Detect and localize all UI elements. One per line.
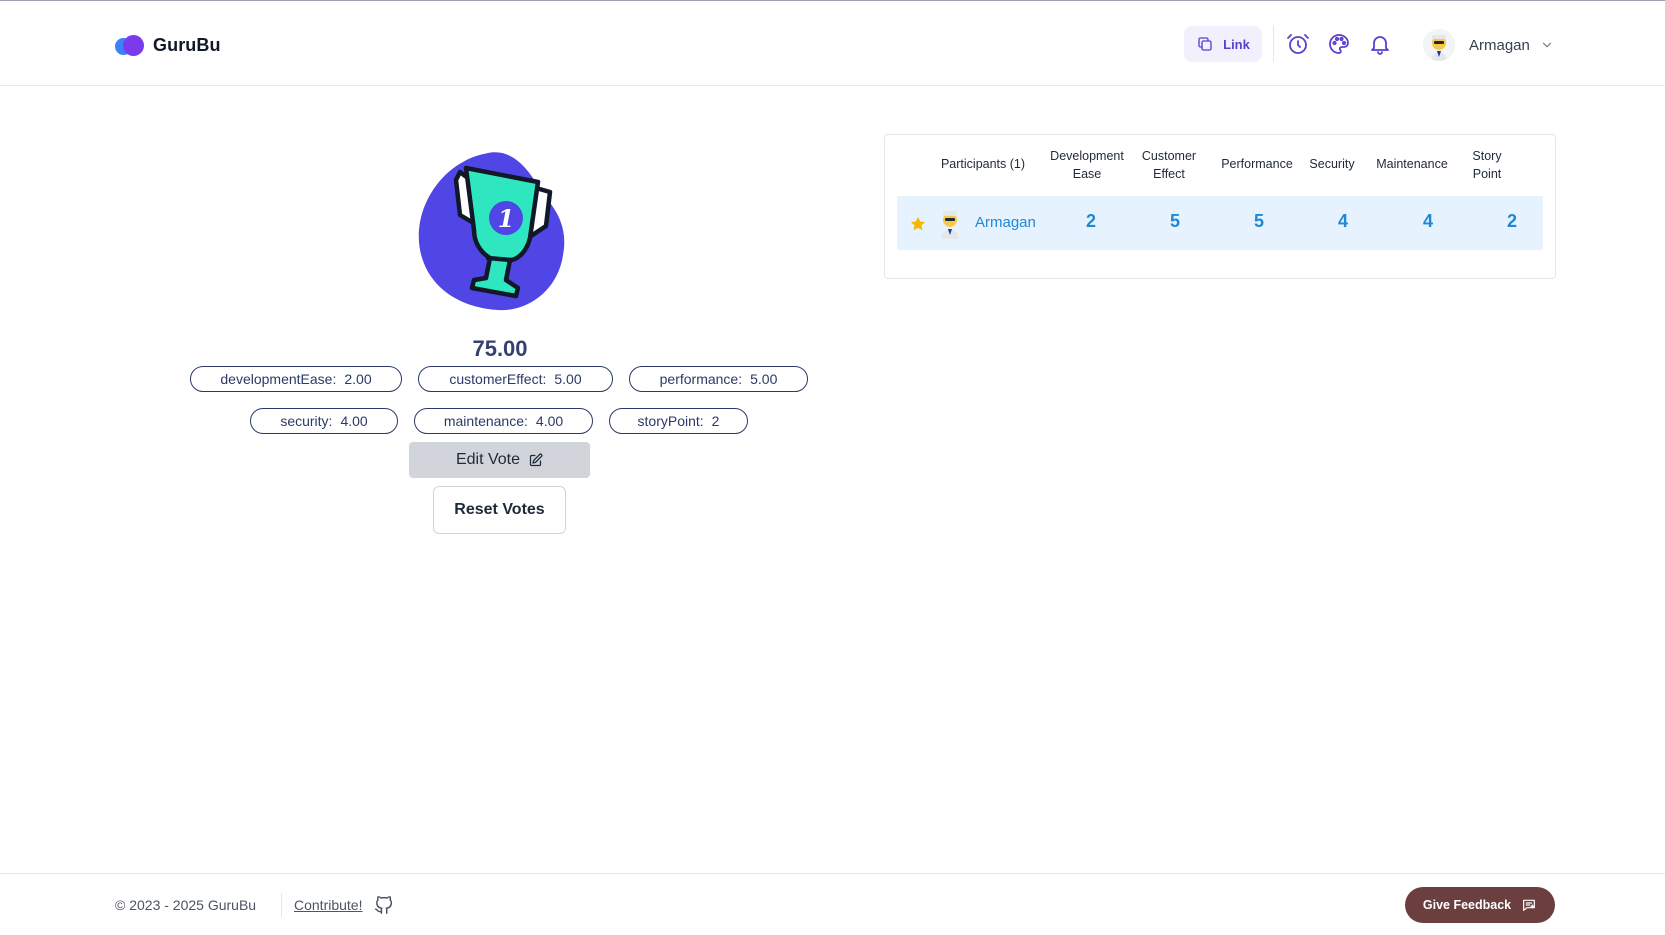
participant-name[interactable]: Armagan — [975, 214, 1036, 231]
cell-performance: 5 — [1253, 211, 1264, 231]
palette-icon[interactable] — [1327, 32, 1351, 56]
header-customer-effect: Customer Effect — [1141, 149, 1197, 181]
table-row: Armagan 2 5 5 4 4 2 — [897, 196, 1543, 250]
metric-badge-story-point: storyPoint: 2 — [609, 408, 748, 434]
header: GuruBu Link Armagan — [0, 1, 1665, 86]
metric-badge-security: security: 4.00 — [250, 408, 398, 434]
header-development-ease: Development Ease — [1050, 149, 1124, 181]
feedback-icon — [1523, 899, 1536, 911]
give-feedback-label: Give Feedback — [1422, 898, 1512, 912]
header-story-point: Story Point — [1472, 149, 1502, 181]
header-security: Security — [1309, 157, 1355, 171]
copyright-text: © 2023 - 2025 GuruBu — [115, 897, 257, 913]
metric-badge-development-ease: developmentEase: 2.00 — [190, 366, 402, 392]
cell-security: 4 — [1337, 211, 1348, 231]
edit-icon — [529, 453, 543, 466]
metric-badge-performance: performance: 5.00 — [629, 366, 808, 392]
contribute-link[interactable]: Contribute! — [294, 897, 362, 913]
cell-customer-effect: 5 — [1169, 211, 1180, 231]
logo-mark-icon — [115, 34, 147, 56]
footer: © 2023 - 2025 GuruBu Contribute! Give Fe… — [0, 873, 1665, 935]
edit-vote-button[interactable]: Edit Vote — [409, 442, 590, 478]
copy-link-label: Link — [1223, 36, 1250, 52]
star-icon — [910, 216, 926, 231]
trophy-icon: 1 — [418, 152, 565, 311]
bell-icon[interactable] — [1368, 32, 1392, 56]
copy-icon — [1198, 37, 1212, 51]
metric-badge-customer-effect: customerEffect: 5.00 — [418, 366, 613, 392]
github-icon[interactable] — [373, 894, 395, 916]
avatar — [1423, 29, 1455, 61]
user-menu[interactable]: Armagan — [1423, 29, 1554, 61]
alarm-clock-icon[interactable] — [1286, 32, 1310, 56]
logo[interactable]: GuruBu — [115, 34, 221, 56]
cell-development-ease: 2 — [1085, 211, 1096, 231]
cell-story-point: 2 — [1506, 211, 1517, 231]
svg-text:1: 1 — [498, 204, 515, 233]
give-feedback-button[interactable]: Give Feedback — [1405, 887, 1555, 923]
logo-text: GuruBu — [153, 34, 221, 55]
cell-maintenance: 4 — [1422, 211, 1433, 231]
user-name: Armagan — [1469, 36, 1530, 54]
edit-vote-label: Edit Vote — [455, 451, 521, 468]
participant-avatar — [941, 211, 959, 239]
metric-badge-maintenance: maintenance: 4.00 — [414, 408, 593, 434]
chevron-down-icon — [1542, 42, 1551, 48]
reset-votes-button[interactable]: Reset Votes — [433, 486, 566, 534]
votes-table: Participants (1) Development Ease Custome… — [884, 134, 1556, 279]
header-performance: Performance — [1221, 157, 1293, 171]
header-divider — [1273, 25, 1274, 62]
header-maintenance: Maintenance — [1376, 157, 1448, 171]
copy-link-button[interactable]: Link — [1184, 26, 1262, 62]
score-value: 75.00 — [472, 336, 528, 361]
footer-divider — [281, 893, 282, 917]
